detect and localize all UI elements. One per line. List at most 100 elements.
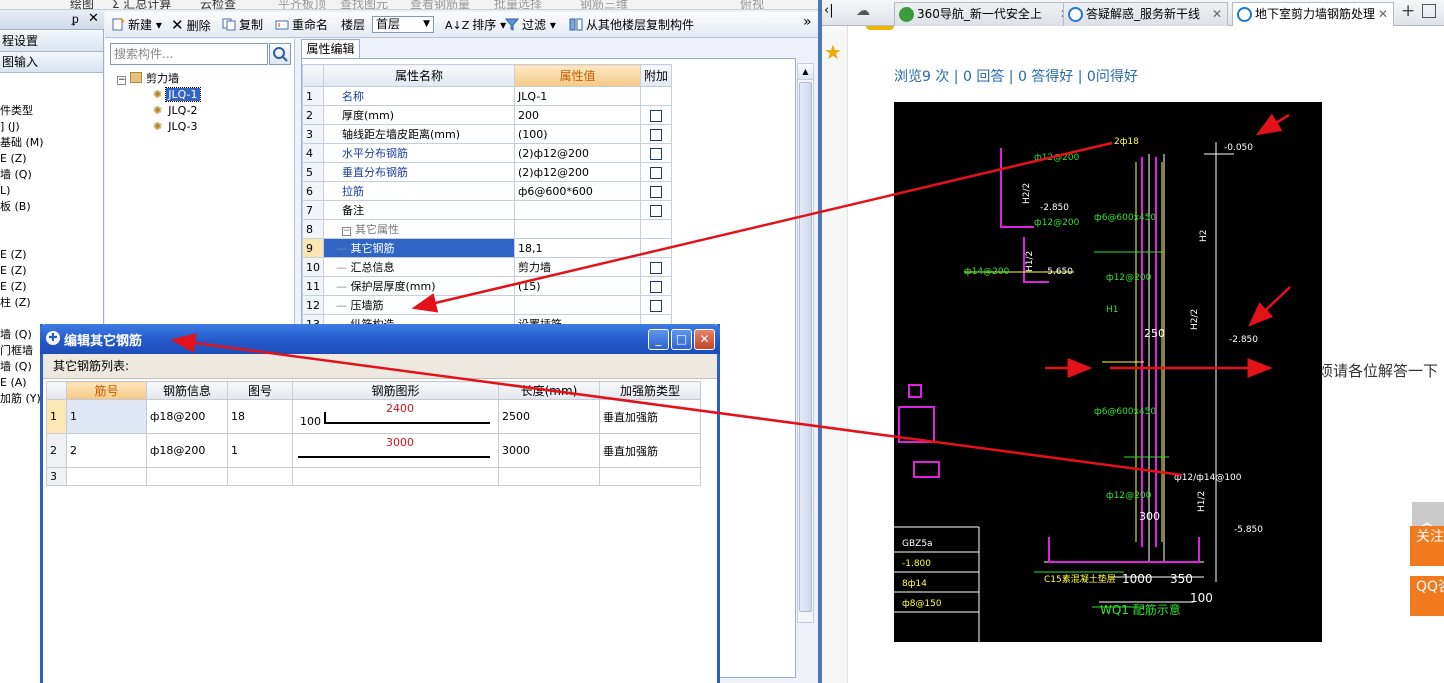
nav-item-wall-3[interactable]: 墙 (Q) [0,360,32,374]
browser-tab-active[interactable]: 地下室剪力墙钢筋处理 ✕ [1232,2,1394,27]
draw-button[interactable]: 绘图 [70,0,94,9]
rebar-shape-cell[interactable] [292,467,499,486]
copy-from-floor-button[interactable]: 从其他楼层复制构件 [569,17,694,33]
nav-item-column[interactable]: E (Z) [0,152,27,166]
star-icon[interactable]: ★ [824,40,842,64]
rename-button[interactable]: 重命名 [275,17,328,33]
property-name-cell[interactable]: 名称 [323,86,515,106]
property-row[interactable]: 2 厚度(mm) 200 [302,105,673,125]
tab-list-icon[interactable] [1422,4,1436,18]
property-row[interactable]: 7 备注 [302,200,673,220]
property-value-cell[interactable] [514,200,641,220]
property-value-cell[interactable]: (2)ф12@200 [514,162,641,182]
extra-checkbox[interactable] [650,128,662,141]
figure-no-cell[interactable]: 1 [227,433,293,468]
extra-checkbox[interactable] [650,109,662,122]
top-view-button[interactable]: 俯视 [740,0,764,9]
extra-cell[interactable] [639,295,673,315]
nav-item-column-5[interactable]: 柱 (Z) [0,296,31,310]
length-cell[interactable]: 2500 [498,399,600,434]
tab-scroll-left-icon[interactable]: ‹| [824,3,834,18]
toolbar-overflow-button[interactable]: » [803,14,812,30]
property-value-cell[interactable]: JLQ-1 [514,86,641,106]
dialog-titlebar[interactable]: ✚ 编辑其它钢筋 _ □ ✕ [40,324,720,354]
bar-no-header[interactable]: 筋号 [66,381,147,400]
extra-checkbox[interactable] [650,299,662,312]
property-row[interactable]: 3 轴线距左墙皮距离(mm) (100) [302,124,673,144]
pin-icon[interactable]: ᵱ [72,12,79,26]
collapse-icon[interactable]: − [342,227,351,236]
property-name-cell[interactable]: — 保护层厚度(mm) [323,276,515,296]
rebar-shape-cell[interactable]: 3000 [292,433,499,468]
extra-cell[interactable] [639,143,673,163]
property-name-cell[interactable]: 垂直分布钢筋 [323,162,515,182]
property-value-cell[interactable]: 200 [514,105,641,125]
property-row[interactable]: 5 垂直分布钢筋 (2)ф12@200 [302,162,673,182]
property-name-cell[interactable]: 备注 [323,200,515,220]
filter-button[interactable]: 过滤 ▾ [505,17,556,33]
rebar-shape-header[interactable]: 钢筋图形 [292,381,499,400]
cloud-check-button[interactable]: 云检查 [200,0,236,9]
qq-consult-button[interactable]: QQ咨询 [1410,576,1444,616]
bar-no-cell[interactable]: 2 [66,433,147,468]
property-row[interactable]: 4 水平分布钢筋 (2)ф12@200 [302,143,673,163]
follow-us-button[interactable]: 关注我们 [1410,526,1444,566]
tree-item-jlq-2[interactable]: ✺ JLQ-2 [153,103,200,118]
extra-checkbox[interactable] [650,204,662,217]
copy-button[interactable]: 复制 [222,17,263,33]
property-value-cell[interactable]: (100) [514,124,641,144]
property-value-cell[interactable]: (2)ф12@200 [514,143,641,163]
figure-no-header[interactable]: 图号 [227,381,293,400]
property-value-cell[interactable]: 剪力墙 [514,257,641,277]
property-name-cell[interactable]: — 其它钢筋 [323,238,515,258]
search-button[interactable] [269,43,291,65]
browser-tab-360[interactable]: 360导航_新一代安全上 ✕ [894,2,1076,26]
extra-cell[interactable] [639,181,673,201]
browser-tab-qa[interactable]: 答疑解惑_服务新干线 ✕ [1063,2,1228,26]
nav-item-wall[interactable]: 墙 (Q) [0,168,32,182]
property-name-cell[interactable]: 水平分布钢筋 [323,143,515,163]
extra-checkbox[interactable] [650,166,662,179]
extra-cell[interactable] [639,257,673,277]
rebar-info-cell[interactable]: ф18@200 [146,399,228,434]
length-cell[interactable]: 3000 [498,433,600,468]
rebar-shape-cell[interactable]: 100 2400 [292,399,499,434]
extra-checkbox[interactable] [650,185,662,198]
property-value-cell[interactable]: 18,1 [514,238,641,258]
delete-button[interactable]: ✕ 删除 [171,17,211,34]
reinforcement-type-cell[interactable]: 垂直加强筋 [599,433,701,468]
nav-item-column-2[interactable]: E (Z) [0,248,27,262]
property-name-header[interactable]: 属性名称 [323,64,515,87]
close-button[interactable]: ✕ [694,329,715,350]
property-row[interactable]: 9— 其它钢筋 18,1 [302,238,673,258]
reinforcement-type-header[interactable]: 加强筋类型 [599,381,701,400]
extra-cell[interactable] [639,200,673,220]
rebar-3d-button[interactable]: 钢筋三维 [580,0,628,9]
property-name-cell[interactable]: 轴线距左墙皮距离(mm) [323,124,515,144]
close-icon[interactable]: ✕ [88,11,99,26]
bar-no-cell[interactable] [66,467,147,486]
rebar-row[interactable]: 3 [46,467,701,486]
property-name-cell[interactable]: − 其它属性 [323,219,515,239]
nav-item-beam[interactable]: L) [0,184,10,198]
summary-calc-button[interactable]: Σ 汇总计算 [112,0,171,9]
nav-item-axis[interactable]: ] (J) [0,120,20,134]
minimize-button[interactable]: _ [648,329,669,350]
property-value-header[interactable]: 属性值 [514,64,641,87]
property-value-cell[interactable]: (15) [514,276,641,296]
new-button[interactable]: 新建 ▾ [111,17,162,33]
property-name-cell[interactable]: 厚度(mm) [323,105,515,125]
extra-checkbox[interactable] [650,280,662,293]
nav-tab-drawing-input[interactable]: 图输入 [0,52,103,73]
tab-property-edit[interactable]: 属性编辑 [301,39,360,58]
floor-dropdown[interactable]: 首层 ▼ [372,16,434,33]
property-scrollbar[interactable]: ▲ [797,63,814,623]
extra-checkbox[interactable] [650,147,662,160]
align-top-button[interactable]: 平齐板顶 [278,0,326,9]
property-value-cell[interactable] [514,295,641,315]
close-tab-icon[interactable]: ✕ [1378,3,1388,25]
component-search-input[interactable]: 搜索构件... [110,43,268,65]
scroll-up-icon[interactable]: ▲ [798,64,813,80]
reinforcement-type-cell[interactable] [599,467,701,486]
nav-item-component-type[interactable]: 件类型 [0,104,33,118]
